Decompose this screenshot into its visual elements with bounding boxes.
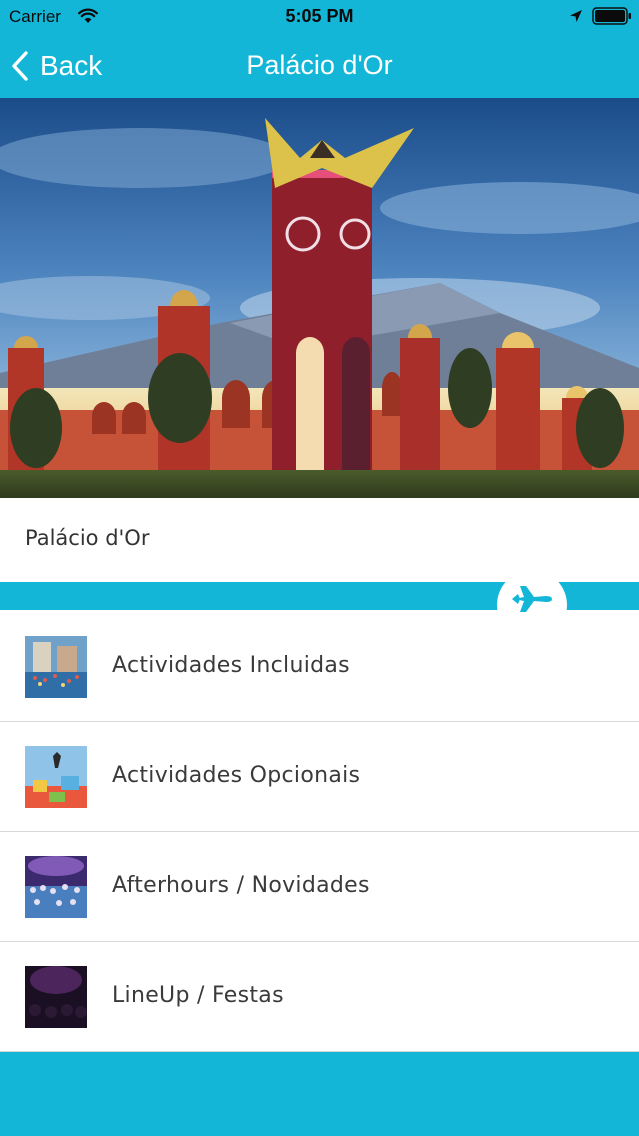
palace-illustration [0, 98, 639, 498]
menu-item-lineup-festas[interactable]: LineUp / Festas [0, 942, 639, 1052]
app-screen: Carrier 5:05 PM Back Palácio d'Or Paláci… [0, 0, 639, 1136]
navigation-bar: Back Palácio d'Or [0, 34, 639, 98]
status-bar: Carrier 5:05 PM [0, 0, 639, 34]
menu-item-actividades-opcionais[interactable]: Actividades Opcionais [0, 722, 639, 832]
airplane-icon [512, 586, 552, 612]
inflatable-park-thumbnail [25, 746, 87, 808]
menu-item-label: LineUp / Festas [112, 983, 284, 1008]
venue-title: Palácio d'Or [25, 526, 150, 550]
location-arrow-icon [570, 10, 582, 22]
pool-party-thumbnail [25, 636, 87, 698]
concert-crowd-thumbnail [25, 856, 87, 918]
menu-item-label: Actividades Opcionais [112, 763, 361, 788]
menu-item-label: Afterhours / Novidades [112, 873, 370, 898]
menu-list: Actividades Incluidas Actividades Opcion… [0, 612, 639, 1052]
battery-icon [592, 7, 631, 25]
venue-photo [0, 98, 639, 498]
top-bar: Carrier 5:05 PM Back Palácio d'Or [0, 0, 639, 98]
menu-item-afterhours-novidades[interactable]: Afterhours / Novidades [0, 832, 639, 942]
page-title: Palácio d'Or [246, 50, 393, 80]
bottom-band [0, 1052, 639, 1136]
status-time: 5:05 PM [285, 6, 354, 26]
dark-club-thumbnail [25, 966, 87, 1028]
menu-item-label: Actividades Incluidas [112, 653, 350, 678]
venue-title-row: Palácio d'Or [0, 498, 639, 582]
menu-item-actividades-incluidas[interactable]: Actividades Incluidas [0, 612, 639, 722]
